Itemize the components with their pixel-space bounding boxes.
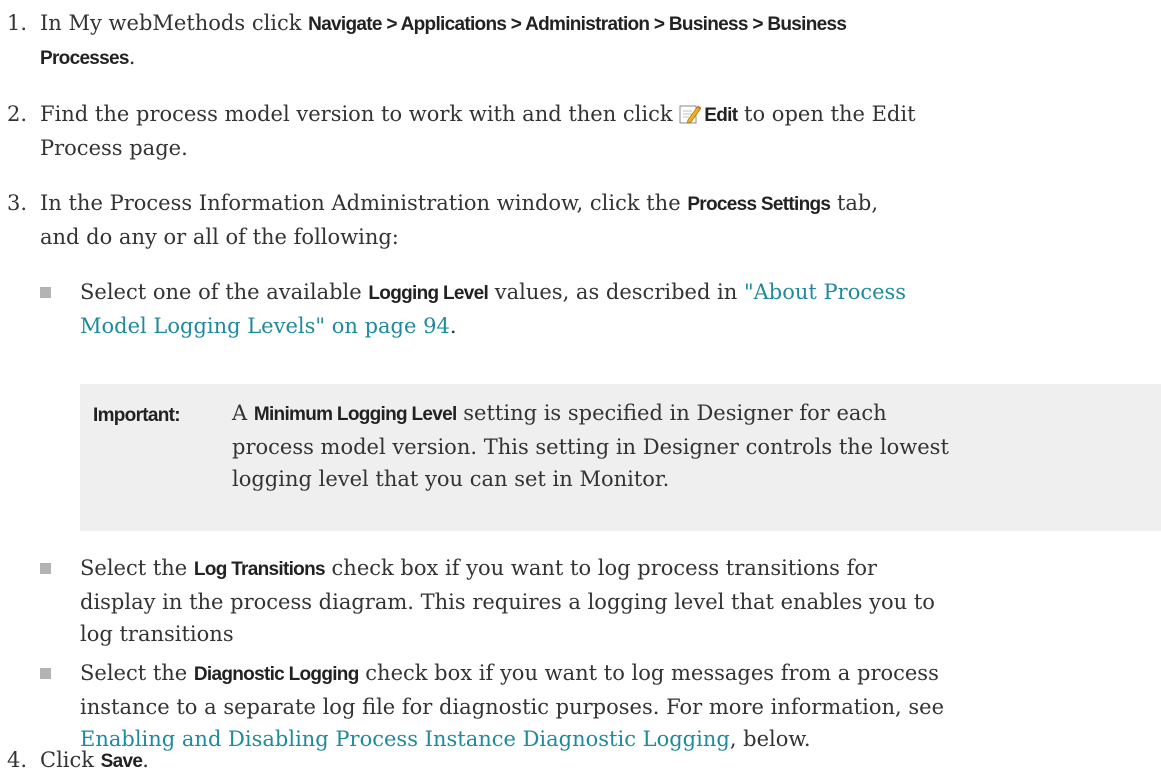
- bullet-marker: [40, 287, 51, 298]
- tab-name: Process Settings: [687, 194, 831, 215]
- bullet-marker: [40, 563, 51, 574]
- setting-name: Logging Level: [368, 283, 489, 304]
- setting-name: Log Transitions: [193, 559, 326, 580]
- step-number: 1.: [7, 11, 28, 35]
- edit-icon: [679, 105, 702, 124]
- important-note: Important: A Minimum Logging Level setti…: [80, 384, 1161, 531]
- setting-name: Minimum Logging Level: [253, 404, 457, 425]
- document-page: 1. In My webMethods click Navigate > App…: [0, 0, 1161, 781]
- step-number: 4.: [7, 748, 28, 772]
- note-label: Important:: [93, 405, 181, 426]
- step-text: Find the process model version to work w…: [40, 102, 680, 126]
- cross-reference-link-continued[interactable]: Model Logging Levels" on page 94: [80, 314, 450, 338]
- navigation-path: Navigate > Applications > Administration…: [308, 14, 847, 35]
- step-number: 3.: [7, 191, 28, 215]
- setting-name: Diagnostic Logging: [193, 664, 359, 685]
- step-text: In My webMethods click: [40, 11, 309, 35]
- edit-button-label: Edit: [704, 105, 738, 126]
- bullet-marker: [40, 668, 51, 679]
- step-number: 2.: [7, 102, 28, 126]
- save-button-label: Save: [100, 751, 143, 772]
- navigation-path-continued: Processes: [40, 48, 129, 69]
- cross-reference-link[interactable]: "About Process: [744, 280, 906, 304]
